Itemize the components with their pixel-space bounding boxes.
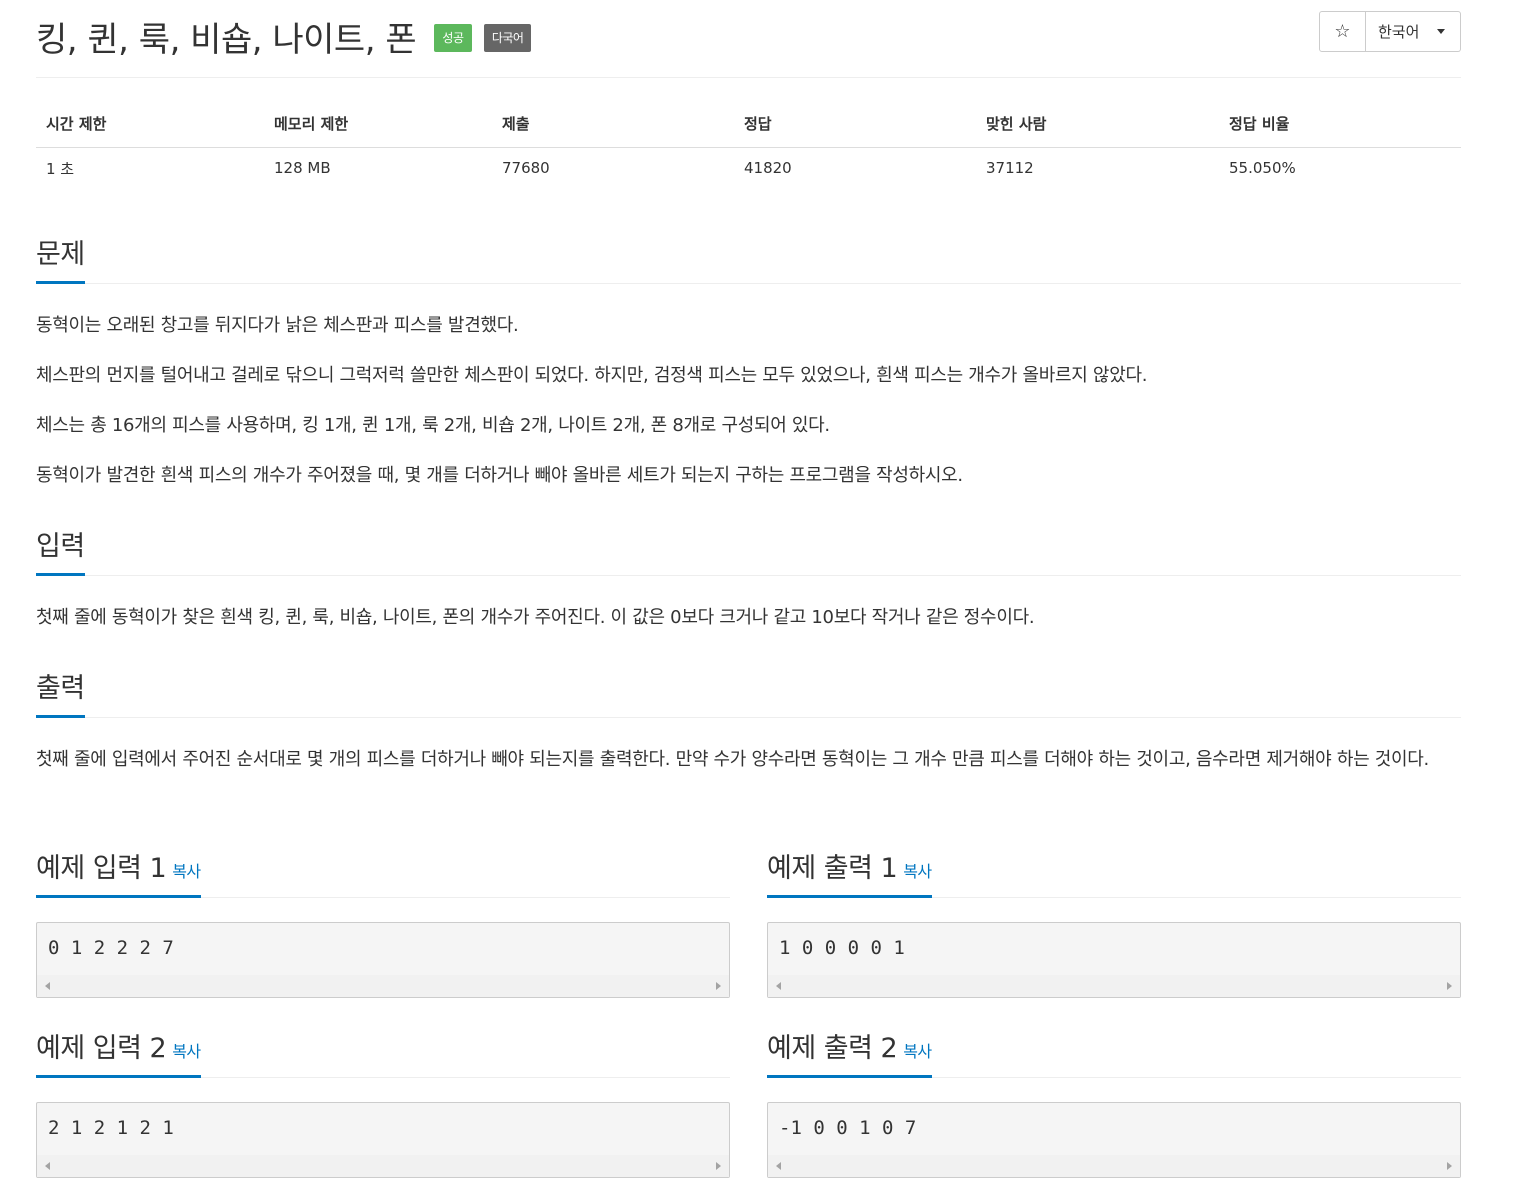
sample-output-1-title: 예제 출력 1 [767, 853, 898, 884]
problem-section-header: 문제 [36, 232, 1461, 284]
language-dropdown[interactable]: 한국어 [1366, 11, 1461, 52]
problem-paragraph: 동혁이가 발견한 흰색 피스의 개수가 주어졌을 때, 몇 개를 더하거나 빼야… [36, 465, 963, 486]
info-header-row: 시간 제한 메모리 제한 제출 정답 맞힌 사람 정답 비율 [36, 103, 1461, 148]
copy-link[interactable]: 복사 [903, 862, 932, 881]
solvers-value[interactable]: 37112 [976, 147, 1219, 189]
header-actions: ☆ 한국어 [1319, 11, 1461, 52]
info-header-accepted: 정답 [734, 103, 976, 148]
caret-down-icon [1437, 29, 1446, 34]
info-header-solvers: 맞힌 사람 [976, 103, 1219, 148]
output-heading: 출력 [36, 666, 85, 718]
sample-input-2-header: 예제 입력 2 복사 [36, 1026, 730, 1078]
language-label: 한국어 [1378, 23, 1420, 41]
problem-title: 킹, 퀸, 룩, 비숍, 나이트, 폰 성공 다국어 [36, 12, 532, 61]
star-outline-icon: ☆ [1334, 21, 1351, 42]
sample-output-1-box[interactable]: 1 0 0 0 0 1 [767, 922, 1461, 998]
scroll-left-icon[interactable] [776, 982, 781, 990]
info-value-row: 1 초 128 MB 77680 41820 37112 55.050% [36, 147, 1461, 189]
input-description: 첫째 줄에 동혁이가 찾은 흰색 킹, 퀸, 룩, 비숍, 나이트, 폰의 개수… [36, 607, 1035, 628]
favorite-button[interactable]: ☆ [1319, 11, 1366, 52]
scroll-right-icon[interactable] [1447, 1162, 1452, 1170]
ratio-value: 55.050% [1229, 159, 1296, 178]
copy-link[interactable]: 복사 [903, 1042, 932, 1061]
success-badge: 성공 [434, 23, 472, 52]
sample-output-2-title: 예제 출력 2 [767, 1033, 898, 1064]
multilang-badge: 다국어 [483, 23, 532, 52]
problem-info-table: 시간 제한 메모리 제한 제출 정답 맞힌 사람 정답 비율 1 초 128 M… [36, 103, 1461, 189]
problem-page: 킹, 퀸, 룩, 비숍, 나이트, 폰 성공 다국어 ☆ 한국어 시간 제한 메… [36, 0, 1461, 1178]
output-description: 첫째 줄에 입력에서 주어진 순서대로 몇 개의 피스를 더하거나 빼야 되는지… [36, 749, 1429, 770]
sample-input-1-title-wrap: 예제 입력 1 복사 [36, 846, 201, 898]
sample-input-1-header: 예제 입력 1 복사 [36, 846, 730, 898]
memory-limit-value: 128 MB [274, 159, 331, 178]
info-header-memory-limit: 메모리 제한 [264, 103, 492, 148]
page-header: 킹, 퀸, 룩, 비숍, 나이트, 폰 성공 다국어 ☆ 한국어 [36, 0, 1461, 78]
input-section-header: 입력 [36, 524, 1461, 576]
info-header-submissions: 제출 [492, 103, 734, 148]
problem-title-text: 킹, 퀸, 룩, 비숍, 나이트, 폰 [36, 20, 417, 60]
scroll-left-icon[interactable] [776, 1162, 781, 1170]
horizontal-scrollbar[interactable] [768, 1155, 1460, 1177]
sample-input-1-title: 예제 입력 1 [36, 853, 167, 884]
scroll-right-icon[interactable] [716, 1162, 721, 1170]
sample-output-1-value: 1 0 0 0 0 1 [779, 937, 905, 959]
sample-input-2-title: 예제 입력 2 [36, 1033, 167, 1064]
horizontal-scrollbar[interactable] [768, 975, 1460, 997]
info-header-ratio: 정답 비율 [1219, 103, 1461, 148]
copy-link[interactable]: 복사 [172, 862, 201, 881]
sample-output-1-header: 예제 출력 1 복사 [767, 846, 1461, 898]
info-header-time-limit: 시간 제한 [36, 103, 264, 148]
sample-input-2-box[interactable]: 2 1 2 1 2 1 [36, 1102, 730, 1178]
sample-output-2-value: -1 0 0 1 0 7 [779, 1117, 917, 1139]
horizontal-scrollbar[interactable] [37, 975, 729, 997]
input-heading: 입력 [36, 524, 85, 576]
scroll-left-icon[interactable] [45, 1162, 50, 1170]
copy-link[interactable]: 복사 [172, 1042, 201, 1061]
problem-paragraph: 체스는 총 16개의 피스를 사용하며, 킹 1개, 퀸 1개, 룩 2개, 비… [36, 415, 830, 436]
sample-input-1-value: 0 1 2 2 2 7 [48, 937, 174, 959]
time-limit-value: 1 초 [46, 159, 75, 178]
sample-output-2-title-wrap: 예제 출력 2 복사 [767, 1026, 932, 1078]
sample-output-2-header: 예제 출력 2 복사 [767, 1026, 1461, 1078]
problem-paragraph: 체스판의 먼지를 털어내고 걸레로 닦으니 그럭저럭 쓸만한 체스판이 되었다.… [36, 365, 1148, 386]
sample-input-1-box[interactable]: 0 1 2 2 2 7 [36, 922, 730, 998]
horizontal-scrollbar[interactable] [37, 1155, 729, 1177]
sample-input-2-value: 2 1 2 1 2 1 [48, 1117, 174, 1139]
submissions-value[interactable]: 77680 [492, 147, 734, 189]
scroll-left-icon[interactable] [45, 982, 50, 990]
sample-output-1-title-wrap: 예제 출력 1 복사 [767, 846, 932, 898]
scroll-right-icon[interactable] [1447, 982, 1452, 990]
accepted-value[interactable]: 41820 [734, 147, 976, 189]
scroll-right-icon[interactable] [716, 982, 721, 990]
sample-input-2-title-wrap: 예제 입력 2 복사 [36, 1026, 201, 1078]
sample-output-2-box[interactable]: -1 0 0 1 0 7 [767, 1102, 1461, 1178]
problem-heading: 문제 [36, 232, 85, 284]
output-section-header: 출력 [36, 666, 1461, 718]
problem-paragraph: 동혁이는 오래된 창고를 뒤지다가 낡은 체스판과 피스를 발견했다. [36, 315, 519, 336]
